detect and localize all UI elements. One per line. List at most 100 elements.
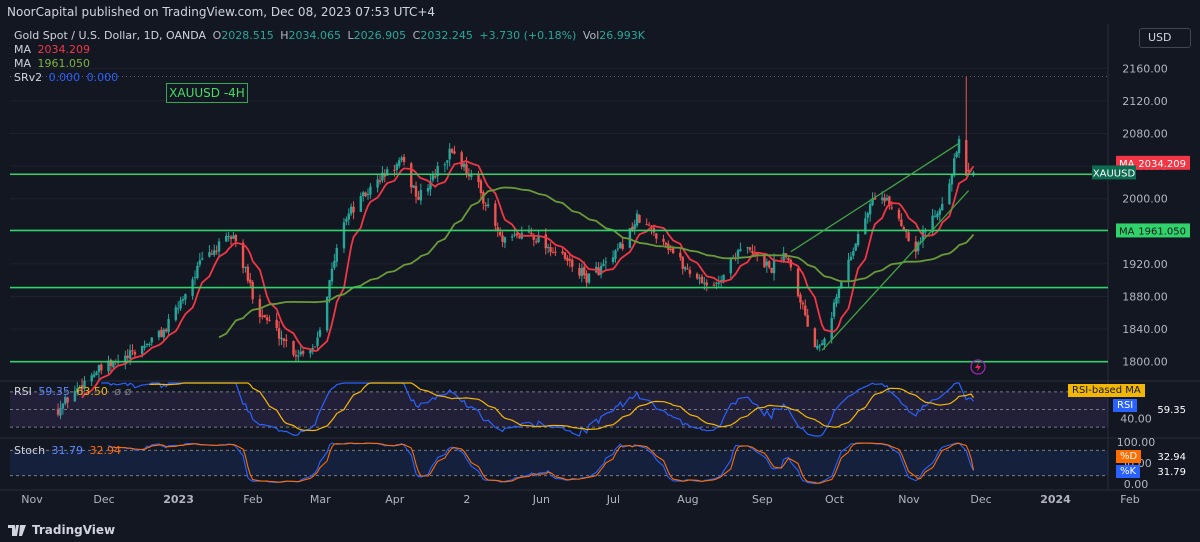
candle-body bbox=[933, 215, 937, 217]
candle-body bbox=[446, 160, 449, 163]
stoch-d-value: 32.94 bbox=[89, 444, 122, 457]
candle-body bbox=[804, 305, 807, 316]
candle-body bbox=[551, 252, 555, 254]
candle-body bbox=[366, 193, 370, 195]
candle-body bbox=[671, 248, 675, 254]
candle-body bbox=[148, 343, 151, 345]
candle-body bbox=[90, 375, 93, 382]
candle-body bbox=[318, 329, 322, 337]
stoch-band bbox=[10, 450, 1108, 476]
stoch-tick-label: 0.00 bbox=[1124, 478, 1149, 491]
candle-body bbox=[450, 149, 454, 153]
candle-body bbox=[568, 259, 572, 261]
candle-body bbox=[335, 248, 338, 262]
candle-body bbox=[645, 224, 648, 226]
rsi-legend[interactable]: RSI 59.35 63.50 ø ø bbox=[14, 385, 134, 399]
ma-slow-axis-badge: MA 1961.050 bbox=[1116, 223, 1190, 238]
candle-body bbox=[465, 164, 468, 175]
rsi-badge-value: 59.35 bbox=[1157, 405, 1186, 416]
candle-body bbox=[431, 174, 435, 181]
candle-body bbox=[210, 253, 214, 255]
candle-body bbox=[837, 288, 841, 299]
candle-body bbox=[866, 213, 869, 218]
stoch-legend[interactable]: Stoch 31.79 32.94 bbox=[14, 444, 124, 458]
candle-body bbox=[746, 247, 749, 249]
rsi-badge-label: RSI bbox=[1117, 400, 1134, 411]
candle-body bbox=[157, 330, 161, 338]
time-axis-label: Sep bbox=[752, 493, 773, 506]
candle-body bbox=[868, 204, 872, 215]
candle-body bbox=[378, 180, 382, 182]
candle-body bbox=[160, 329, 163, 337]
candle-body bbox=[330, 268, 334, 282]
candle-body bbox=[880, 197, 884, 200]
candle-body bbox=[265, 317, 269, 321]
candle-body bbox=[145, 343, 149, 345]
candle-body bbox=[546, 246, 550, 248]
candle-body bbox=[249, 279, 252, 283]
srv2-label: SRv2 bbox=[14, 71, 43, 84]
last-price-label: XAUUSD bbox=[1093, 168, 1136, 179]
time-axis-label: Jun bbox=[532, 493, 550, 506]
candle-body bbox=[820, 343, 824, 345]
candle-body bbox=[193, 277, 197, 279]
candle-body bbox=[443, 164, 447, 166]
candle-body bbox=[965, 140, 968, 176]
srv2-legend[interactable]: SRv2 0.000 0.000 bbox=[14, 71, 121, 85]
candle-body bbox=[703, 282, 706, 284]
candle-body bbox=[683, 267, 687, 270]
candle-body bbox=[498, 231, 502, 236]
candle-body bbox=[948, 183, 951, 205]
candle-body bbox=[823, 338, 826, 345]
candle-body bbox=[715, 282, 718, 284]
ma-slow-value: 1961.050 bbox=[37, 57, 91, 70]
candle-body bbox=[181, 299, 185, 301]
candle-body bbox=[277, 328, 281, 339]
low-value: 2026.905 bbox=[353, 29, 407, 42]
candle-body bbox=[638, 214, 641, 223]
candle-body bbox=[109, 359, 113, 366]
high-value: 2034.065 bbox=[288, 29, 342, 42]
candle-body bbox=[941, 203, 944, 211]
candle-body bbox=[364, 192, 367, 197]
candle-body bbox=[460, 152, 463, 167]
candle-body bbox=[479, 180, 483, 194]
candle-body bbox=[126, 355, 129, 359]
volume-label: Vol bbox=[582, 29, 600, 42]
rsi-ma-value: 63.50 bbox=[76, 385, 108, 398]
candle-body bbox=[400, 157, 403, 160]
ma-slow-legend[interactable]: MA 1961.050 bbox=[14, 57, 93, 71]
rsi-ma-badge-label: RSI-based MA bbox=[1072, 385, 1141, 396]
candle-body bbox=[883, 197, 886, 202]
candle-body bbox=[100, 364, 103, 371]
candle-body bbox=[398, 160, 401, 166]
publisher-bar: NoorCapital published on TradingView.com… bbox=[0, 0, 1200, 24]
candle-body bbox=[174, 307, 177, 321]
ma-slow-axis-badge-value: 1961.050 bbox=[1138, 226, 1186, 237]
candle-body bbox=[655, 233, 658, 239]
time-axis-label: 2024 bbox=[1040, 493, 1071, 506]
candle-body bbox=[621, 243, 624, 249]
candle-body bbox=[847, 259, 850, 282]
candle-body bbox=[563, 252, 567, 259]
ma-fast-legend[interactable]: MA 2034.209 bbox=[14, 43, 93, 57]
candle-body bbox=[890, 207, 893, 209]
candle-body bbox=[604, 261, 608, 263]
candle-body bbox=[213, 250, 216, 255]
candle-body bbox=[92, 374, 96, 377]
time-axis-label: Apr bbox=[385, 493, 405, 506]
price-tick-label: 2000.00 bbox=[1122, 193, 1168, 206]
candle-body bbox=[813, 328, 817, 348]
candle-body bbox=[561, 251, 564, 254]
time-axis-label: Oct bbox=[825, 493, 845, 506]
candle-body bbox=[347, 213, 350, 220]
stoch-d-axis-badge: %D bbox=[1116, 450, 1142, 463]
currency-selector[interactable]: USD bbox=[1139, 28, 1191, 48]
candle-body bbox=[164, 329, 168, 332]
time-axis-label: Nov bbox=[21, 493, 43, 506]
candle-body bbox=[97, 365, 101, 373]
candle-body bbox=[301, 351, 305, 354]
candle-body bbox=[695, 273, 699, 279]
rsi-tick-label: 40.00 bbox=[1120, 412, 1152, 425]
candle-body bbox=[614, 250, 617, 259]
